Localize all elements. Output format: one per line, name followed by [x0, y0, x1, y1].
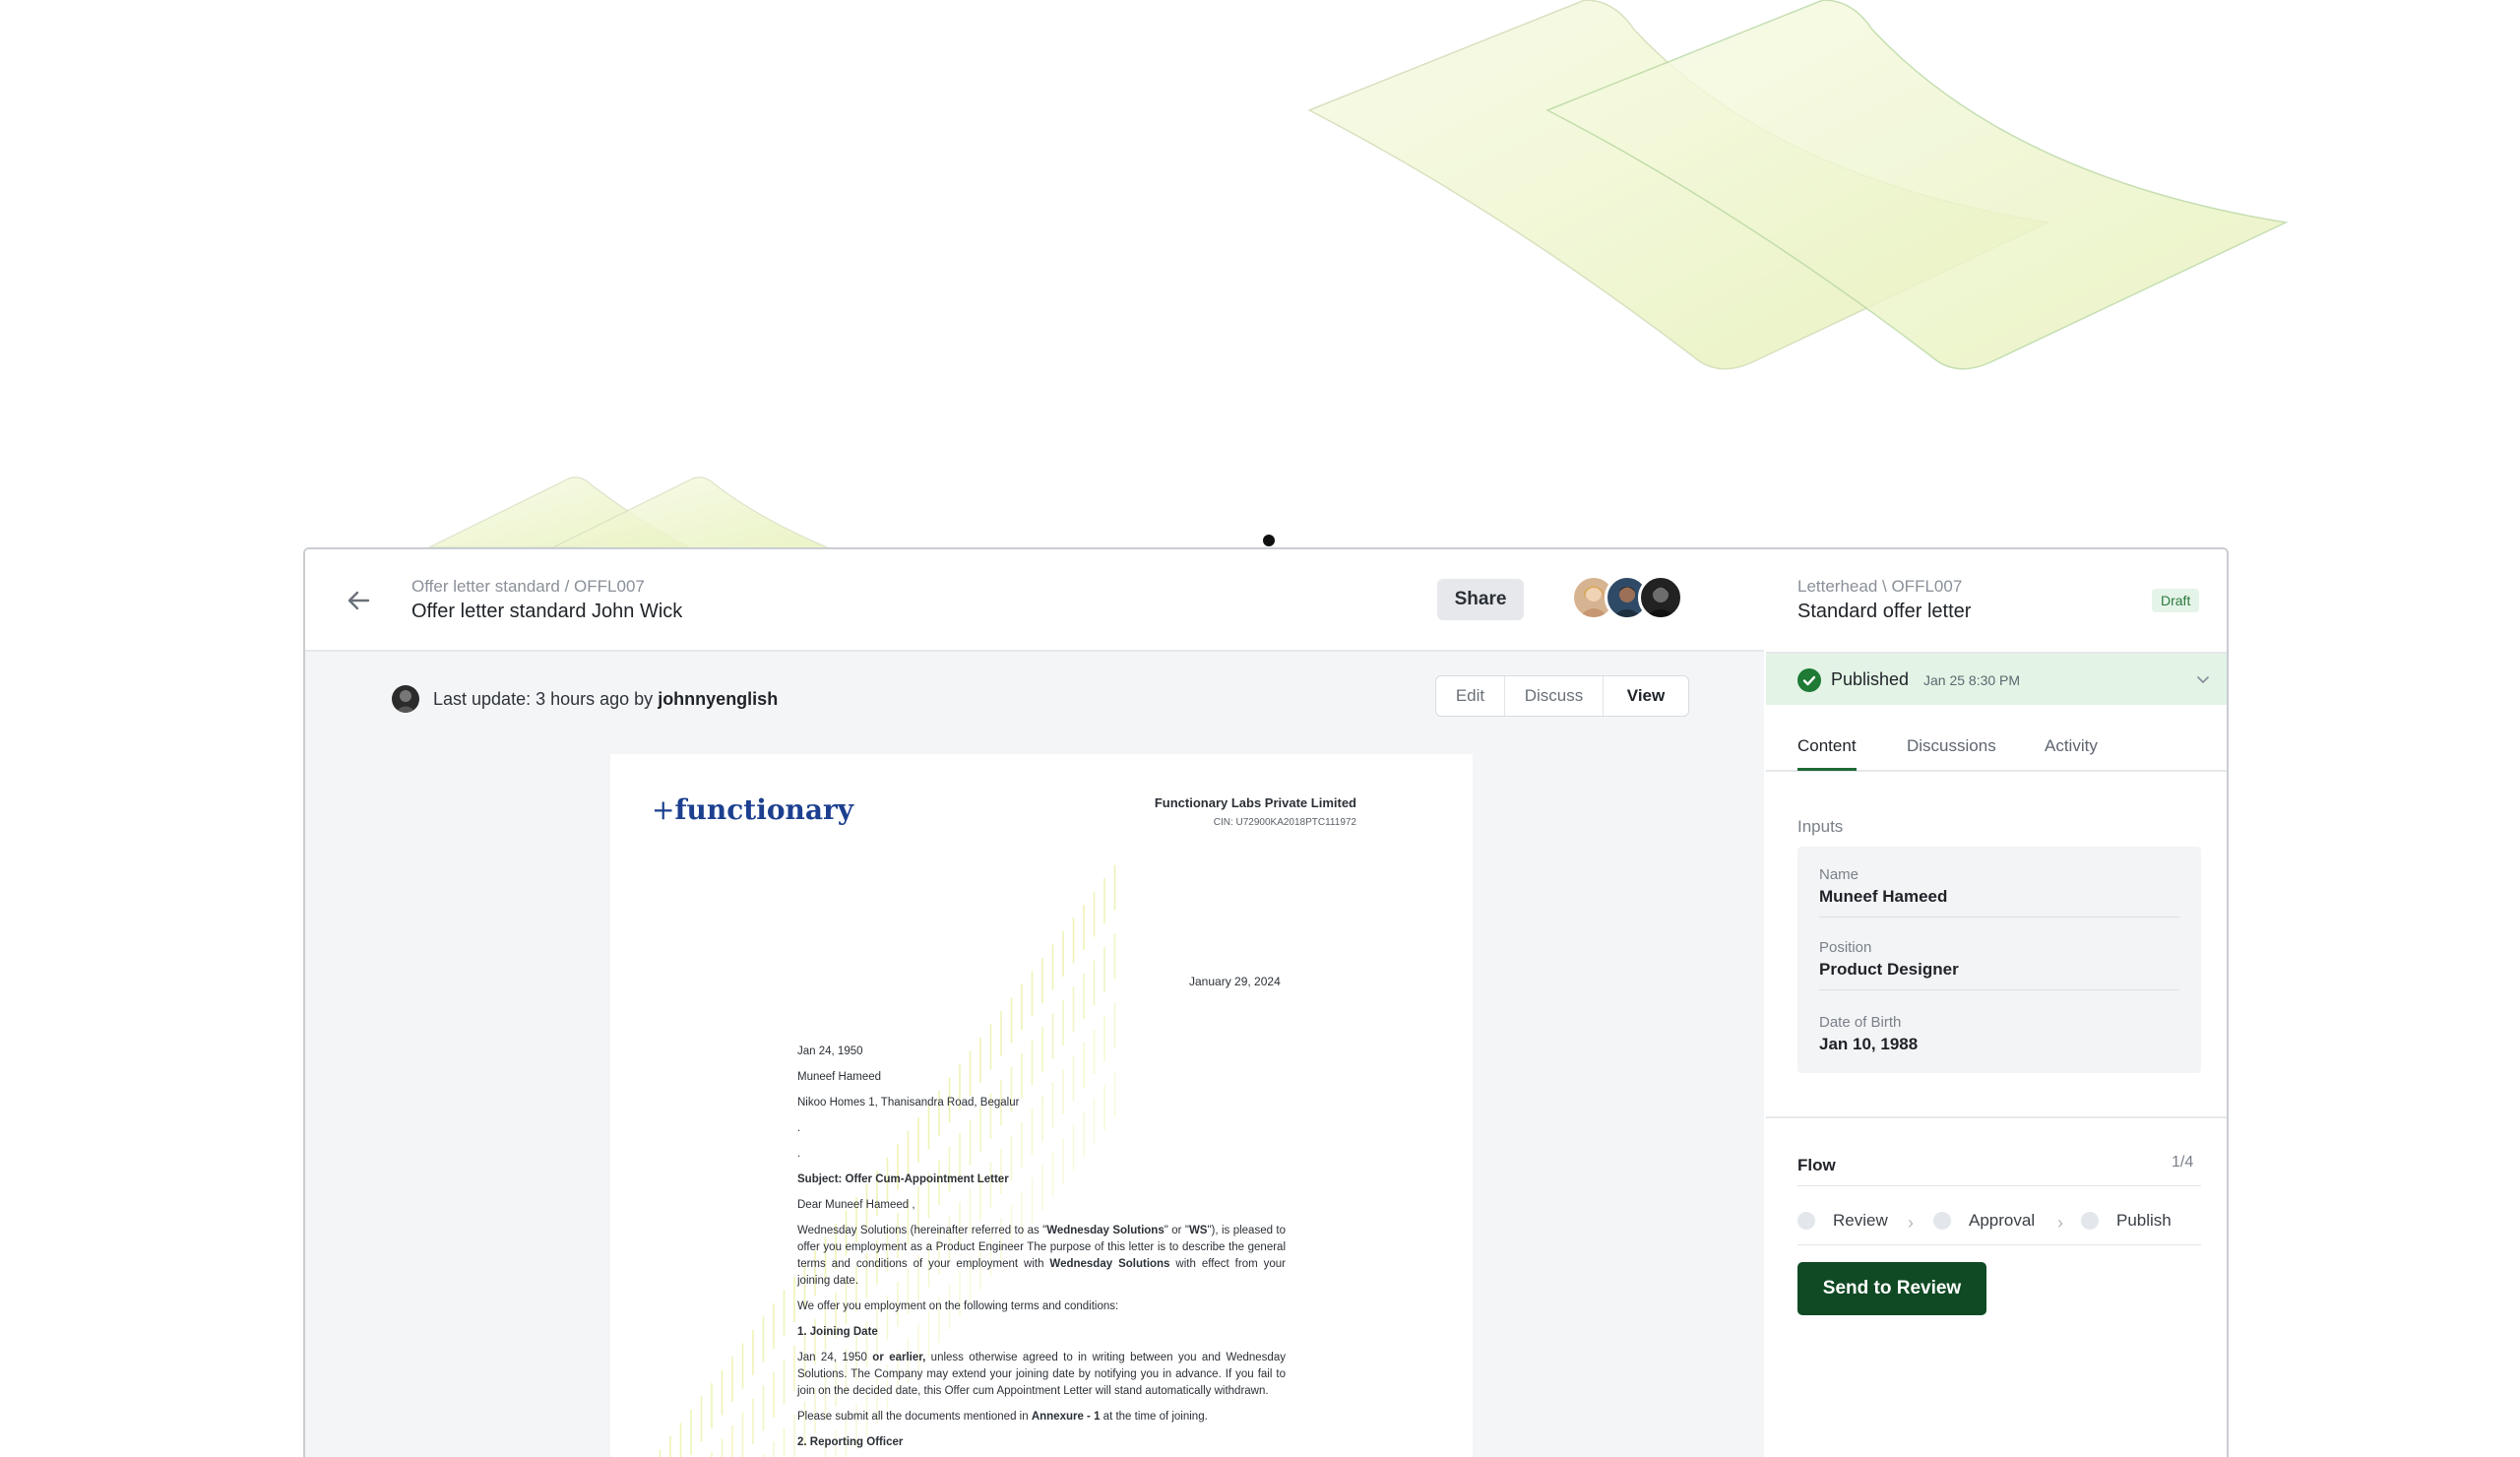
letter-subject: Subject: Offer Cum-Appointment Letter — [797, 1173, 1009, 1185]
document-page: +functionary Functionary Labs Private Li… — [610, 754, 1473, 1457]
side-tabs: Content Discussions Activity — [1766, 715, 2227, 772]
chevron-down-icon[interactable] — [2193, 669, 2213, 689]
letter-date: January 29, 2024 — [1189, 975, 1281, 988]
step-label: Publish — [2116, 1211, 2172, 1230]
decorative-background-sheets — [428, 0, 2289, 551]
collaborator-avatars[interactable] — [1571, 575, 1689, 622]
status-badge: Draft — [2152, 589, 2200, 612]
tab-discussions[interactable]: Discussions — [1907, 736, 1996, 768]
breadcrumb[interactable]: Offer letter standard / OFFL007 — [411, 577, 645, 597]
page-title: Offer letter standard John Wick — [411, 601, 683, 622]
step-label: Review — [1833, 1211, 1888, 1230]
input-field-position[interactable]: Position Product Designer — [1819, 939, 2179, 990]
published-banner[interactable]: Published Jan 25 8:30 PM — [1766, 654, 2227, 705]
inputs-box: Name Muneef Hameed Position Product Desi… — [1797, 847, 2201, 1073]
company-name: Functionary Labs Private Limited — [1154, 795, 1356, 810]
tab-content[interactable]: Content — [1797, 736, 1857, 771]
document-workspace: Last update: 3 hours ago by johnnyenglis… — [305, 652, 1764, 1457]
step-circle-icon — [1933, 1212, 1951, 1230]
letter-paragraph: Jan 24, 1950 or earlier, unless otherwis… — [797, 1352, 1286, 1397]
field-label: Date of Birth — [1819, 1014, 1902, 1031]
published-date: Jan 25 8:30 PM — [1923, 672, 2021, 688]
field-value[interactable]: Jan 10, 1988 — [1819, 1035, 2179, 1054]
check-circle-icon — [1797, 668, 1821, 692]
input-field-name[interactable]: Name Muneef Hameed — [1819, 866, 2179, 918]
field-label: Position — [1819, 939, 1872, 956]
view-mode-switch[interactable]: Edit Discuss View — [1435, 675, 1689, 717]
step-circle-icon — [2081, 1212, 2099, 1230]
mode-view-button[interactable]: View — [1604, 676, 1688, 716]
letter-line: . — [797, 1148, 801, 1160]
send-to-review-button[interactable]: Send to Review — [1797, 1262, 1986, 1315]
last-update-text: Last update: 3 hours ago by johnnyenglis… — [433, 689, 778, 710]
letter-body: Jan 24, 1950 Muneef Hameed Nikoo Homes 1… — [797, 1044, 1286, 1457]
chevron-right-icon: › — [2057, 1213, 2063, 1233]
flow-label: Flow — [1797, 1156, 1836, 1174]
published-label: Published — [1831, 669, 1910, 689]
document-pane: Offer letter standard / OFFL007 Offer le… — [305, 549, 1764, 1457]
step-circle-icon — [1797, 1212, 1815, 1230]
field-value[interactable]: Product Designer — [1819, 960, 2179, 980]
side-title: Standard offer letter — [1797, 601, 1972, 622]
letter-paragraph: We offer you employment on the following… — [797, 1300, 1119, 1312]
logo-text: functionary — [674, 793, 854, 826]
flow-step-publish[interactable]: Publish — [2081, 1211, 2172, 1231]
app-window: Offer letter standard / OFFL007 Offer le… — [303, 547, 2229, 1457]
last-update-user[interactable]: johnnyenglish — [658, 689, 778, 709]
divider — [1797, 1244, 2201, 1245]
resize-handle-dot — [1263, 535, 1275, 546]
document-header: Offer letter standard / OFFL007 Offer le… — [305, 549, 1764, 652]
letter-heading: 2. Reporting Officer — [797, 1436, 904, 1448]
letter-paragraph: Please submit all the documents mentione… — [797, 1411, 1208, 1423]
divider — [1819, 917, 2179, 918]
share-button[interactable]: Share — [1437, 579, 1524, 620]
avatar — [392, 685, 419, 713]
letter-line: Nikoo Homes 1, Thanisandra Road, Begalur — [797, 1097, 1020, 1109]
inputs-label: Inputs — [1797, 817, 1844, 836]
step-label: Approval — [1969, 1211, 2036, 1230]
details-panel: Letterhead \ OFFL007 Standard offer lett… — [1766, 549, 2227, 1457]
chevron-right-icon: › — [1908, 1213, 1914, 1233]
divider — [1797, 1185, 2201, 1186]
letter-line: Jan 24, 1950 — [797, 1045, 863, 1057]
divider — [1766, 1116, 2227, 1118]
letter-paragraph: Wednesday Solutions (hereinafter referre… — [797, 1225, 1287, 1287]
arrow-left-icon[interactable] — [341, 583, 376, 618]
field-label: Name — [1819, 866, 1859, 883]
last-update-prefix: Last update: 3 hours ago by — [433, 689, 654, 709]
company-cin: CIN: U72900KA2018PTC111972 — [1213, 817, 1356, 828]
company-logo: +functionary — [652, 793, 853, 826]
letter-greeting: Dear Muneef Hameed , — [797, 1199, 915, 1211]
flow-count: 1/4 — [2172, 1154, 2194, 1171]
flow-step-review[interactable]: Review — [1797, 1211, 1888, 1231]
mode-discuss-button[interactable]: Discuss — [1505, 676, 1604, 716]
avatar[interactable] — [1638, 575, 1683, 620]
flow-steps: Review › Approval › Publish — [1797, 1203, 2201, 1242]
divider — [1819, 989, 2179, 990]
mode-edit-button[interactable]: Edit — [1436, 676, 1505, 716]
tab-activity[interactable]: Activity — [2045, 736, 2098, 768]
field-value[interactable]: Muneef Hameed — [1819, 887, 2179, 907]
logo-mark-icon: + — [652, 793, 675, 826]
flow-step-approval[interactable]: Approval — [1933, 1211, 2035, 1231]
input-field-date-of-birth[interactable]: Date of Birth Jan 10, 1988 — [1819, 1014, 2179, 1054]
letter-line: Muneef Hameed — [797, 1071, 882, 1083]
letter-line: . — [797, 1122, 801, 1134]
letter-heading: 1. Joining Date — [797, 1326, 878, 1338]
side-breadcrumb[interactable]: Letterhead \ OFFL007 — [1797, 577, 1962, 597]
